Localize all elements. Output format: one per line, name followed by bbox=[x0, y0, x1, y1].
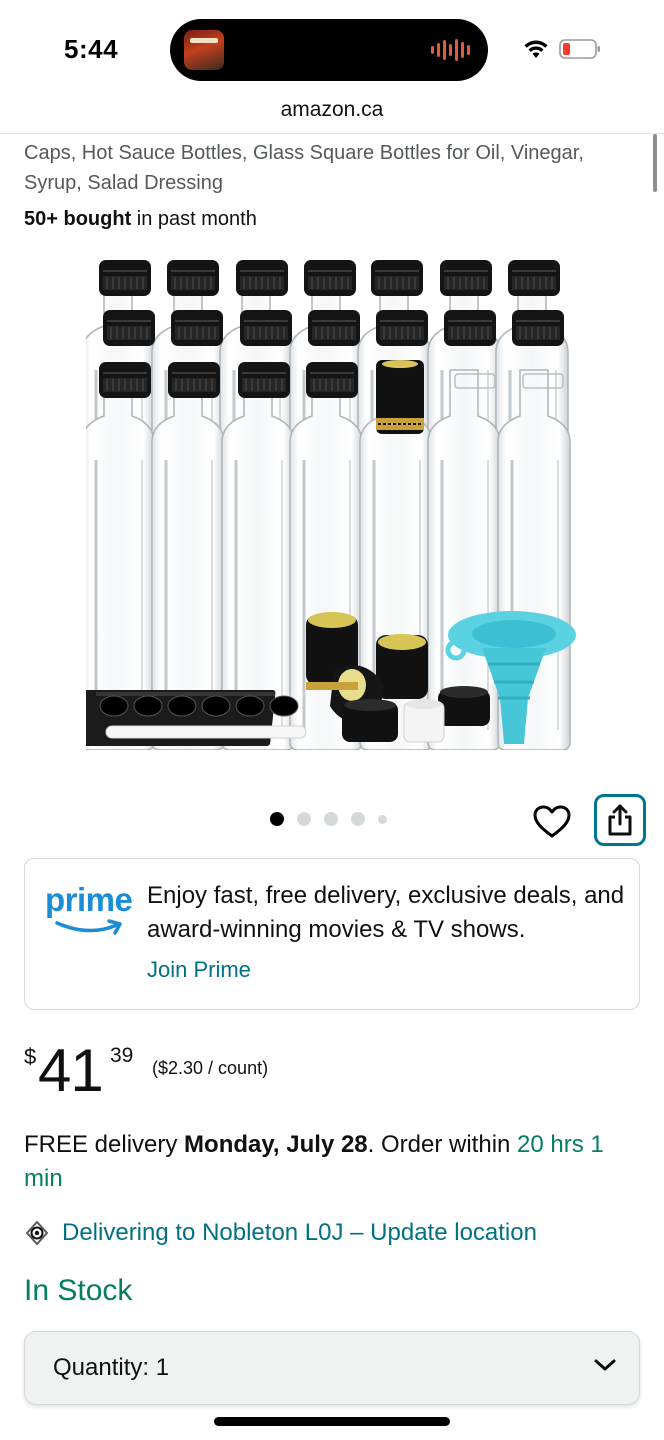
quantity-dropdown[interactable]: Quantity: 1 bbox=[24, 1331, 640, 1405]
dynamic-island[interactable] bbox=[170, 19, 488, 81]
price-whole: 41 bbox=[38, 1037, 104, 1104]
quantity-label: Quantity: 1 bbox=[53, 1354, 169, 1382]
wifi-icon bbox=[524, 40, 548, 58]
heart-icon bbox=[533, 805, 571, 838]
stock-status: In Stock bbox=[24, 1274, 133, 1307]
battery-low-icon bbox=[559, 39, 600, 59]
price-symbol: $ bbox=[24, 1044, 37, 1069]
product-title[interactable]: Caps, Hot Sauce Bottles, Glass Square Bo… bbox=[24, 138, 644, 198]
delivery-message: FREE delivery Monday, July 28. Order wit… bbox=[24, 1128, 644, 1196]
bought-count: 50+ bought bbox=[24, 208, 132, 230]
chevron-down-icon bbox=[594, 1359, 616, 1371]
url-divider bbox=[0, 133, 664, 134]
location-pin-icon bbox=[26, 1221, 48, 1245]
carousel-dot-4[interactable] bbox=[351, 812, 365, 826]
now-playing-art-icon bbox=[184, 30, 224, 70]
prime-logo-text: prime bbox=[45, 881, 133, 918]
prime-message: Enjoy fast, free delivery, exclusive dea… bbox=[147, 882, 625, 943]
delivery-location[interactable]: Delivering to Nobleton L0J – Update loca… bbox=[24, 1216, 537, 1250]
bought-suffix: in past month bbox=[131, 208, 257, 230]
share-button[interactable] bbox=[594, 794, 646, 846]
status-time: 5:44 bbox=[64, 34, 119, 64]
carousel-dots[interactable] bbox=[270, 812, 387, 826]
delivery-date: Monday, July 28 bbox=[184, 1131, 368, 1158]
delivery-prefix: FREE delivery bbox=[24, 1131, 185, 1158]
wishlist-button[interactable] bbox=[530, 800, 574, 844]
carousel-dot-1[interactable] bbox=[270, 812, 284, 826]
quantity-label-text: Quantity: bbox=[53, 1354, 150, 1381]
page-scrollbar[interactable] bbox=[653, 134, 657, 192]
prime-logo: prime bbox=[45, 881, 133, 941]
carousel-dot-2[interactable] bbox=[297, 812, 311, 826]
carousel-dot-5[interactable] bbox=[378, 814, 387, 824]
home-indicator[interactable] bbox=[214, 1417, 450, 1426]
url-bar[interactable]: amazon.ca bbox=[0, 98, 664, 122]
prime-swoosh-icon bbox=[55, 919, 122, 935]
bought-badge: 50+ bought in past month bbox=[24, 208, 257, 231]
share-icon bbox=[608, 804, 632, 836]
prime-upsell-card[interactable]: prime Enjoy fast, free delivery, exclusi… bbox=[24, 858, 640, 1010]
delivery-middle: . Order within bbox=[367, 1131, 518, 1158]
carousel-dot-3[interactable] bbox=[324, 812, 338, 826]
audio-waveform-icon bbox=[431, 39, 470, 61]
status-bar: 5:44 bbox=[0, 0, 664, 96]
unit-price: ($2.30 / count) bbox=[152, 1058, 269, 1078]
location-link[interactable]: Delivering to Nobleton L0J – Update loca… bbox=[62, 1219, 537, 1247]
quantity-value: 1 bbox=[155, 1354, 170, 1381]
join-prime-link[interactable]: Join Prime bbox=[147, 957, 251, 983]
bottle-middle-row bbox=[102, 309, 565, 347]
price-fraction: 39 bbox=[110, 1044, 134, 1067]
product-image[interactable] bbox=[86, 250, 580, 750]
